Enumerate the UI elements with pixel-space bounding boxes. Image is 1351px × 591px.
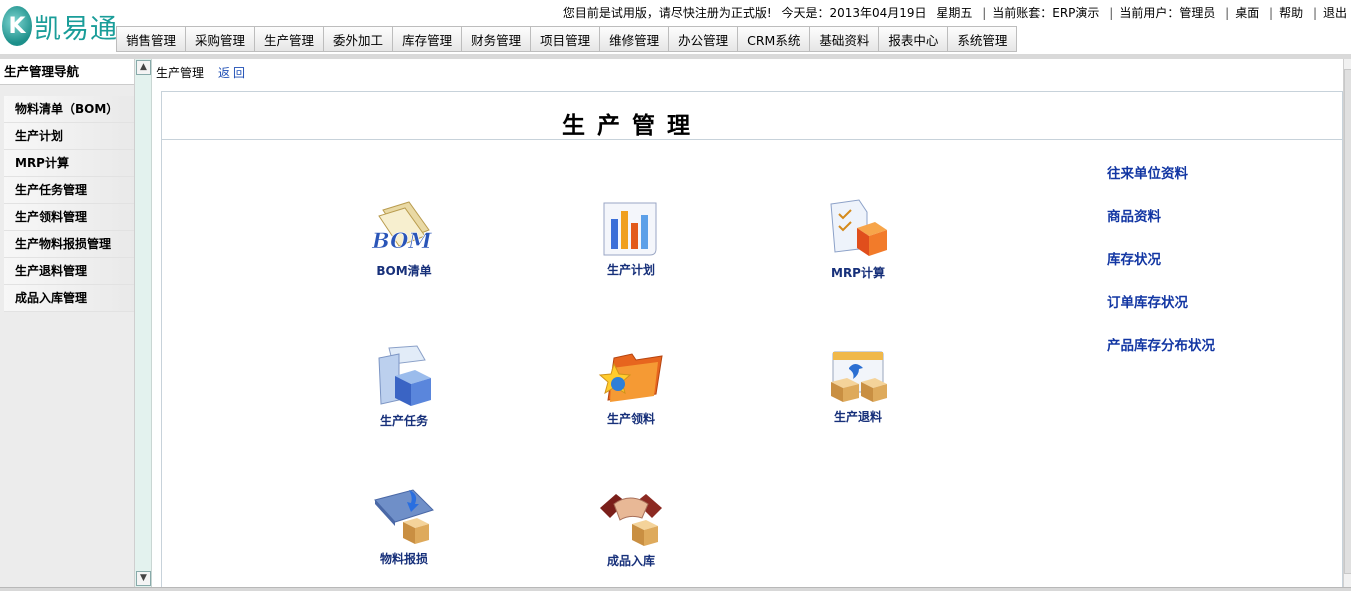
nav-item-bom[interactable]: 物料清单（BOM） — [4, 96, 134, 123]
header: K 凯易通 您目前是试用版，请尽快注册为正式版! 今天是：2013年04月19日… — [0, 0, 1351, 59]
bom-art-text: BOM — [371, 228, 432, 253]
nav-item-material-damage[interactable]: 生产物料报损管理 — [4, 231, 134, 258]
return-box-icon — [831, 351, 887, 402]
menu-repair[interactable]: 维修管理 — [600, 26, 670, 52]
star-folder-icon — [598, 353, 663, 402]
tile-label: 生产退料 — [833, 410, 882, 424]
tile-label: 生产计划 — [606, 263, 655, 277]
menu-production[interactable]: 生产管理 — [255, 26, 325, 52]
separator: | — [1225, 6, 1230, 20]
left-nav-title: 生产管理导航 — [0, 59, 134, 85]
handshake-box-icon — [600, 494, 662, 546]
main-menu-bar: 销售管理 采购管理 生产管理 委外加工 库存管理 财务管理 项目管理 维修管理 … — [116, 26, 1018, 52]
nav-item-material-return[interactable]: 生产退料管理 — [4, 258, 134, 285]
scroll-up-icon[interactable]: ▲ — [136, 60, 151, 75]
tile-production-task[interactable]: 生产任务 — [349, 344, 459, 429]
current-user: 当前用户：管理员 — [1119, 6, 1216, 20]
scrollbar-thumb[interactable] — [1344, 69, 1351, 574]
menu-project[interactable]: 项目管理 — [531, 26, 601, 52]
tile-label: 成品入库 — [606, 554, 655, 568]
menu-purchase[interactable]: 采购管理 — [186, 26, 256, 52]
current-account: 当前账套：ERP演示 — [992, 6, 1100, 20]
panel-title: 生产管理 — [562, 112, 702, 139]
trial-notice: 您目前是试用版，请尽快注册为正式版! — [562, 6, 772, 20]
menu-sales[interactable]: 销售管理 — [116, 26, 187, 52]
weekday: 星期五 — [936, 6, 973, 20]
main-content: 生产管理 返回 生产管理 BOM BOM清单 生产计划 MRP计算 生产任务 生… — [152, 59, 1351, 591]
nav-item-finished-goods[interactable]: 成品入库管理 — [4, 285, 134, 312]
scroll-down-icon[interactable]: ▼ — [136, 571, 151, 586]
logo[interactable]: K 凯易通 — [2, 6, 118, 46]
help-link[interactable]: 帮助 — [1279, 6, 1303, 20]
top-info-bar: 您目前是试用版，请尽快注册为正式版! 今天是：2013年04月19日 星期五 |… — [557, 4, 1347, 21]
separator: | — [1269, 6, 1274, 20]
separator: | — [1109, 6, 1114, 20]
tile-mrp[interactable]: MRP计算 — [803, 198, 913, 281]
link-product-stock-distribution[interactable]: 产品库存分布状况 — [1107, 334, 1215, 354]
bar-chart-icon — [603, 202, 657, 256]
menu-system[interactable]: 系统管理 — [948, 26, 1018, 52]
breadcrumb: 生产管理 返回 — [156, 64, 248, 81]
nav-item-production-task[interactable]: 生产任务管理 — [4, 177, 134, 204]
link-products[interactable]: 商品资料 — [1107, 205, 1215, 225]
today-date: 今天是：2013年04月19日 — [781, 6, 927, 20]
tile-material-return[interactable]: 生产退料 — [803, 348, 913, 425]
tile-label: MRP计算 — [831, 266, 885, 280]
tile-bom[interactable]: BOM BOM清单 — [349, 200, 459, 279]
logout-link[interactable]: 退出 — [1323, 6, 1347, 20]
tile-label: BOM清单 — [376, 264, 432, 278]
document-box-icon — [830, 199, 887, 256]
menu-outsourcing[interactable]: 委外加工 — [324, 26, 394, 52]
tile-production-plan[interactable]: 生产计划 — [576, 197, 686, 278]
quick-links: 往来单位资料 商品资料 库存状况 订单库存状况 产品库存分布状况 — [1107, 162, 1215, 377]
tile-finished-goods[interactable]: 成品入库 — [576, 488, 686, 569]
separator: | — [982, 6, 987, 20]
nav-item-production-plan[interactable]: 生产计划 — [4, 123, 134, 150]
left-navigation: 生产管理导航 物料清单（BOM） 生产计划 MRP计算 生产任务管理 生产领料管… — [0, 59, 135, 591]
nav-item-material-picking[interactable]: 生产领料管理 — [4, 204, 134, 231]
panel-title-bar: 生产管理 — [162, 92, 1342, 140]
tile-label: 生产任务 — [379, 414, 428, 428]
back-link[interactable]: 返回 — [218, 66, 248, 80]
tile-material-damage[interactable]: 物料报损 — [349, 486, 459, 567]
breadcrumb-current: 生产管理 — [156, 66, 205, 80]
task-box-icon — [378, 345, 431, 406]
link-order-stock-status[interactable]: 订单库存状况 — [1107, 291, 1215, 311]
logo-mark-icon: K — [2, 6, 32, 46]
desktop-link[interactable]: 桌面 — [1235, 6, 1259, 20]
separator: | — [1312, 6, 1317, 20]
menu-finance[interactable]: 财务管理 — [462, 26, 532, 52]
main-scrollbar[interactable] — [1343, 59, 1351, 591]
menu-reports[interactable]: 报表中心 — [879, 26, 949, 52]
nav-collapse-strip: ▲ ▼ — [135, 59, 152, 591]
menu-crm[interactable]: CRM系统 — [738, 26, 811, 52]
tile-label: 生产领料 — [606, 412, 655, 426]
menu-basic-data[interactable]: 基础资料 — [810, 26, 880, 52]
link-stock-status[interactable]: 库存状况 — [1107, 248, 1215, 268]
left-nav-list: 物料清单（BOM） 生产计划 MRP计算 生产任务管理 生产领料管理 生产物料报… — [0, 96, 134, 312]
logo-text: 凯易通 — [34, 13, 118, 45]
menu-inventory[interactable]: 库存管理 — [393, 26, 463, 52]
link-business-partners[interactable]: 往来单位资料 — [1107, 162, 1215, 182]
bom-icon: BOM — [371, 201, 433, 253]
nav-item-mrp[interactable]: MRP计算 — [4, 150, 134, 177]
bottom-scrollbar[interactable] — [0, 587, 1351, 591]
production-panel: 生产管理 BOM BOM清单 生产计划 MRP计算 生产任务 生产领料 生产退料… — [161, 91, 1343, 591]
tile-material-picking[interactable]: 生产领料 — [576, 346, 686, 427]
tile-label: 物料报损 — [379, 552, 428, 566]
damage-box-icon — [374, 489, 434, 544]
menu-office[interactable]: 办公管理 — [669, 26, 739, 52]
